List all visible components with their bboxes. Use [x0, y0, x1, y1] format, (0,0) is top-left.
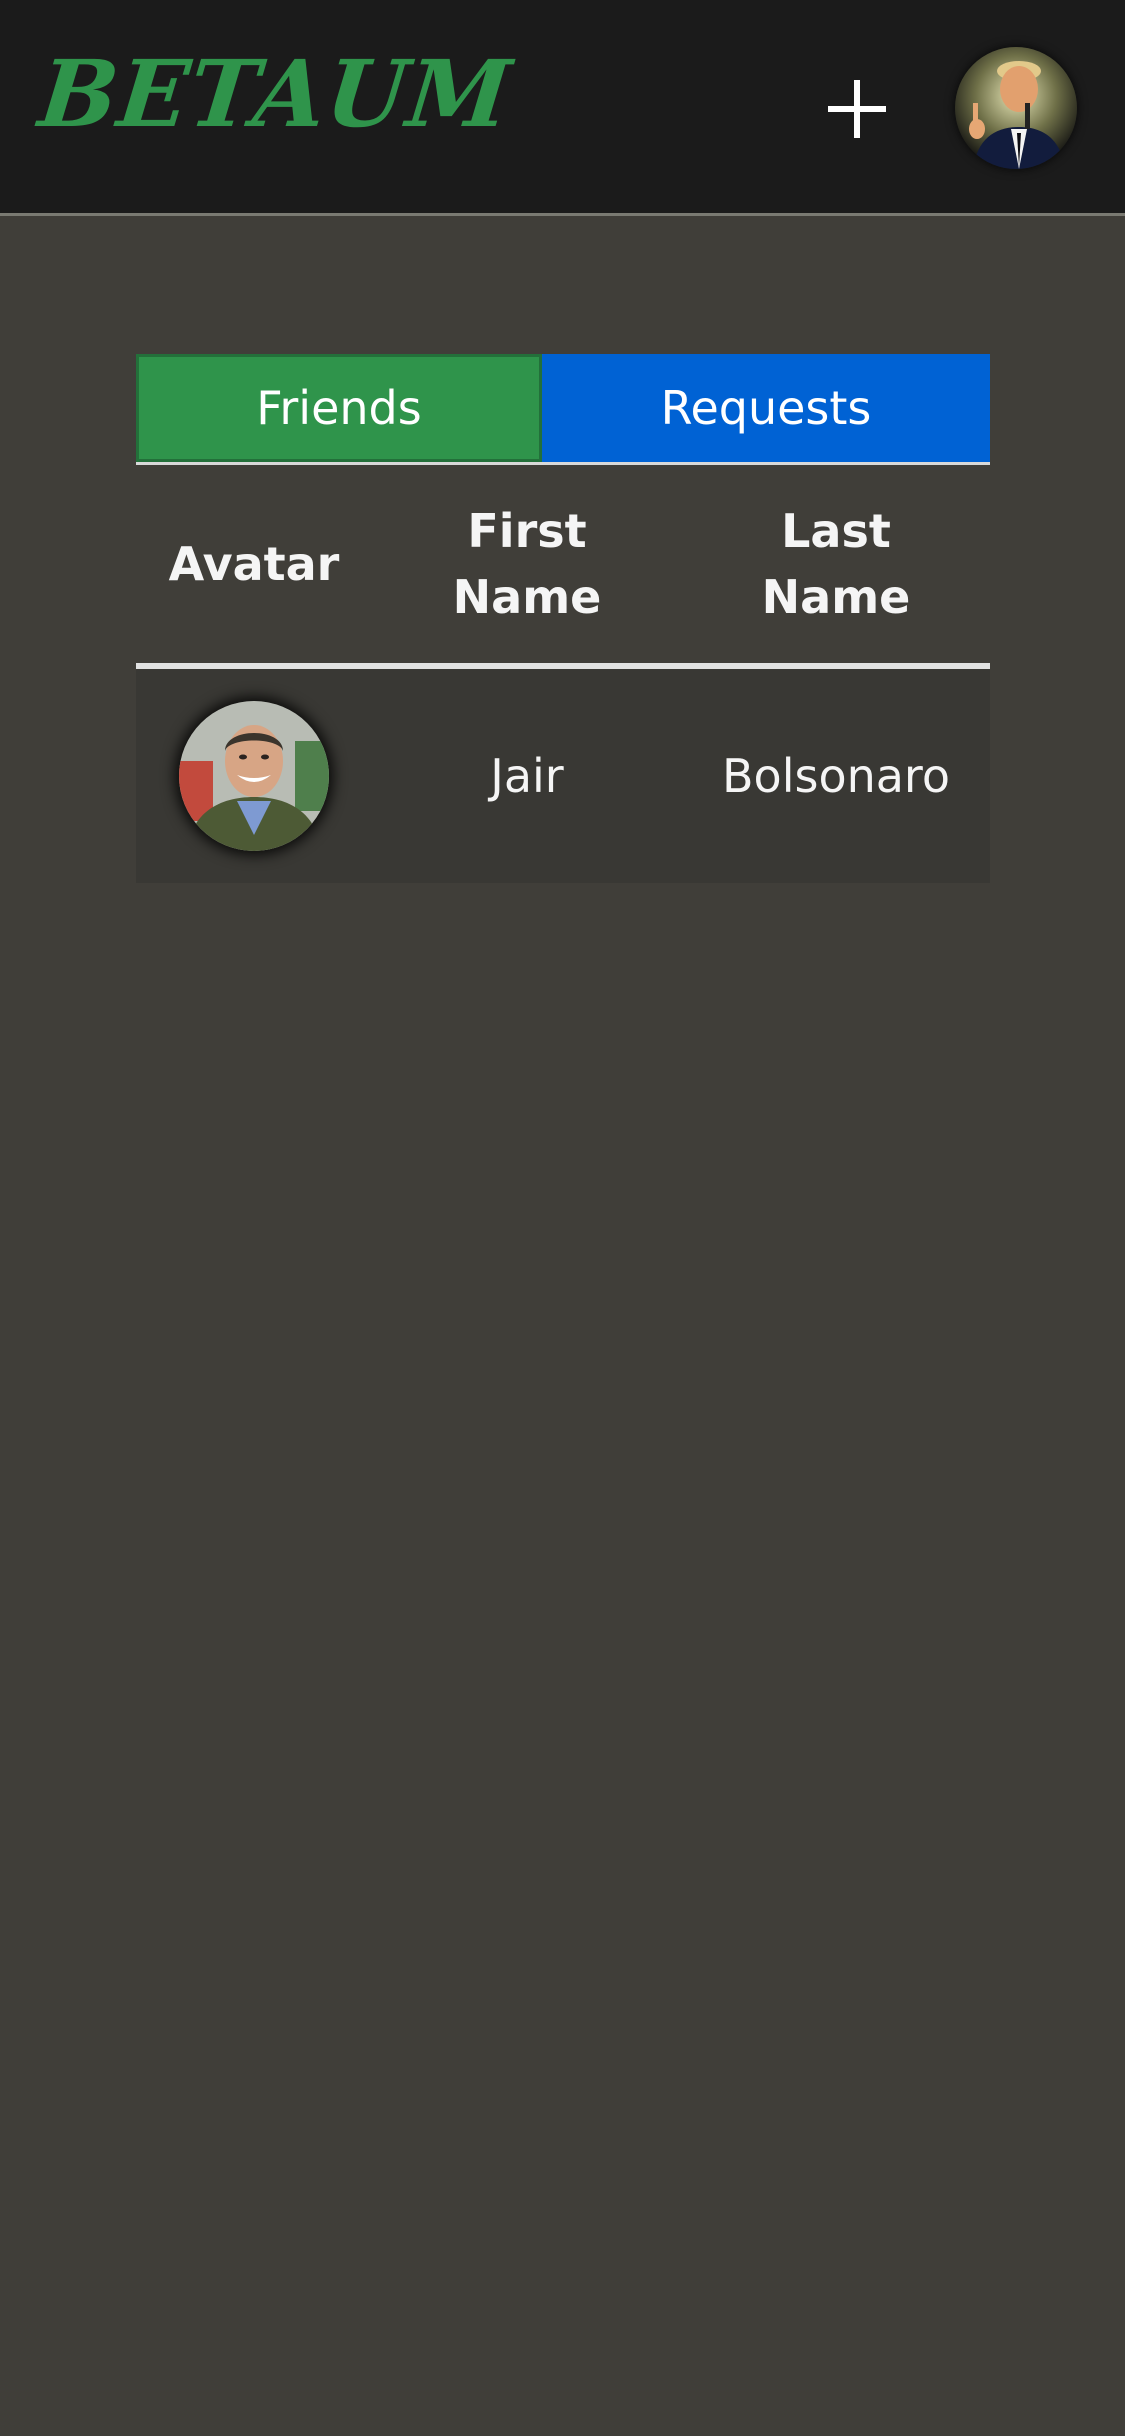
column-header-last-name-line2: Name: [761, 570, 911, 624]
top-bar: BETAUM: [0, 0, 1125, 216]
row-avatar-cell: [136, 701, 372, 851]
row-last-name: Bolsonaro: [722, 749, 950, 803]
column-header-first-name-line1: First: [467, 504, 587, 558]
plus-icon: [828, 80, 886, 138]
profile-avatar[interactable]: [955, 47, 1077, 169]
column-header-avatar-label: Avatar: [168, 537, 340, 591]
column-header-last-name-line1: Last: [781, 504, 891, 558]
add-button[interactable]: [826, 78, 888, 140]
table-row[interactable]: Jair Bolsonaro: [136, 669, 990, 883]
app-logo[interactable]: BETAUM: [34, 40, 516, 148]
table-header: Avatar First Name Last Name: [136, 465, 990, 663]
column-header-last-name: Last Name: [682, 498, 990, 630]
friend-avatar[interactable]: [179, 701, 329, 851]
friend-avatar-icon: [179, 701, 329, 851]
friends-table: Avatar First Name Last Name Jair Bolsona…: [136, 462, 990, 883]
tab-requests[interactable]: Requests: [542, 354, 990, 462]
tab-friends[interactable]: Friends: [136, 354, 542, 462]
tab-bar: Friends Requests: [136, 354, 990, 462]
row-first-name: Jair: [490, 749, 564, 803]
column-header-first-name-line2: Name: [452, 570, 602, 624]
column-header-avatar: Avatar: [136, 531, 372, 597]
column-header-first-name: First Name: [372, 498, 682, 630]
user-avatar-icon: [955, 47, 1077, 169]
